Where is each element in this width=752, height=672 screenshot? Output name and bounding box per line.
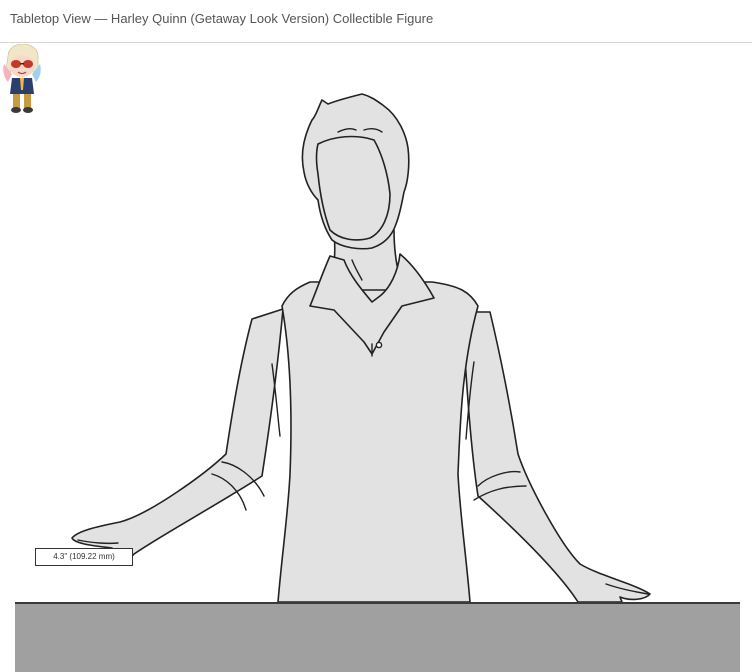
dimension-label: 4.3" (109.22 mm) — [35, 548, 133, 566]
tabletop-view-app: Tabletop View — Harley Quinn (Getaway Lo… — [0, 0, 752, 672]
person-silhouette-icon — [71, 93, 651, 603]
harley-quinn-figure-icon — [3, 44, 41, 113]
table-surface — [15, 602, 740, 672]
tabletop-stage: 4.3" (109.22 mm) — [0, 44, 752, 672]
page-title: Tabletop View — Harley Quinn (Getaway Lo… — [10, 11, 434, 26]
header-bar: Tabletop View — Harley Quinn (Getaway Lo… — [0, 0, 752, 43]
